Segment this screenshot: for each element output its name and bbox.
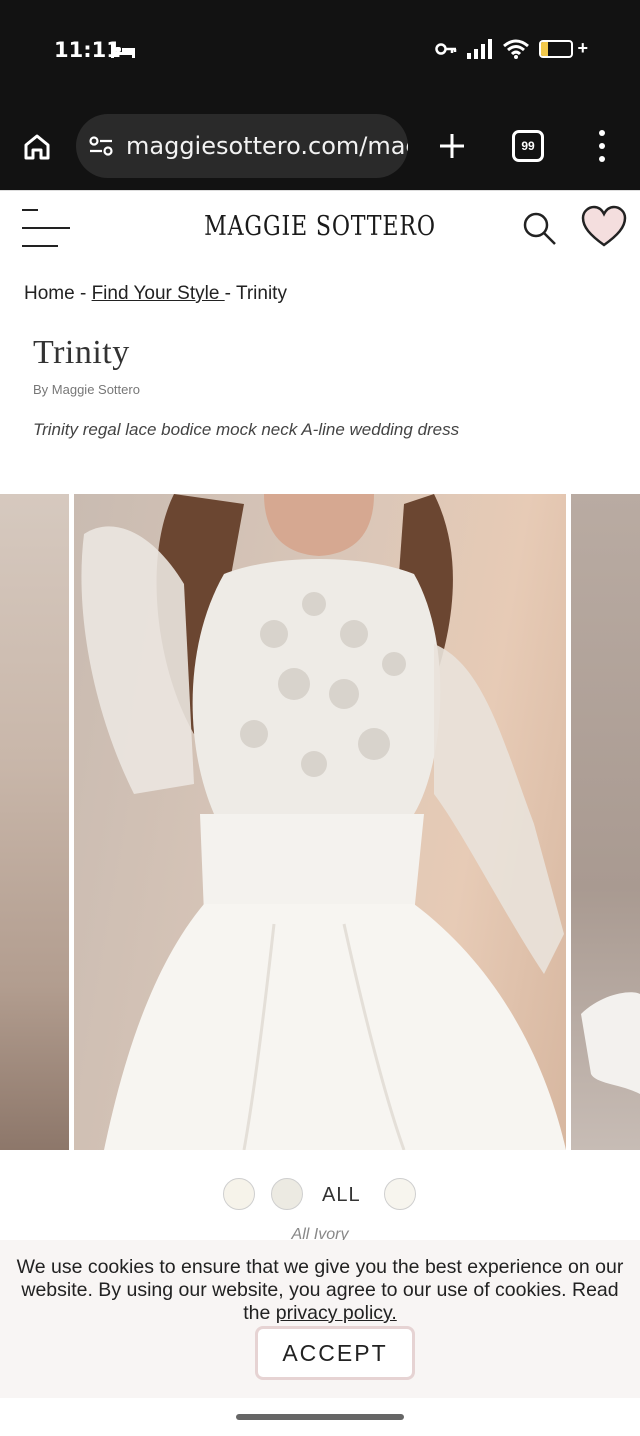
status-bar: 11:11 + [0,0,640,100]
previous-slide-image[interactable] [0,494,69,1150]
site-header: MAGGIE SOTTERO [0,190,640,266]
site-settings-icon[interactable] [88,133,114,159]
status-icons: + [435,38,588,59]
product-image-carousel[interactable] [0,494,640,1150]
color-swatch-2[interactable] [271,1178,303,1210]
privacy-policy-link[interactable]: privacy policy. [276,1302,397,1324]
url-text: maggiesottero.com/mag [126,132,408,160]
home-icon [24,134,50,160]
accept-cookies-button[interactable]: ACCEPT [255,1326,415,1380]
next-slide-image[interactable] [571,494,640,1150]
brand-logo[interactable]: MAGGIE SOTTERO [58,211,583,242]
home-button[interactable] [18,128,56,166]
breadcrumb-home[interactable]: Home [24,283,75,304]
address-bar[interactable]: maggiesottero.com/mag [76,114,408,178]
color-swatch-3[interactable] [384,1178,416,1210]
cookie-message: We use cookies to ensure that we give yo… [16,1256,624,1324]
signal-icon [467,38,493,59]
new-tab-button[interactable] [432,126,472,166]
product-title: Trinity [33,334,130,371]
key-icon [435,42,457,55]
sleep-icon [111,44,135,58]
color-selector: ALL [0,1170,640,1220]
gesture-nav-bar[interactable] [236,1414,404,1420]
tab-count: 99 [521,139,535,153]
cookie-banner: We use cookies to ensure that we give yo… [0,1240,640,1398]
product-byline: By Maggie Sottero [33,382,140,397]
battery-level [541,41,549,56]
wishlist-heart-icon[interactable] [580,205,628,249]
new-tab-plus-icon [440,134,464,158]
breadcrumb-current: Trinity [235,283,287,304]
breadcrumb: Home - Find Your Style - Trinity [24,283,287,304]
color-all-option[interactable]: ALL [322,1184,361,1207]
battery-icon [539,39,574,58]
browser-chrome: 11:11 + maggiesottero.com/mag 99 [0,0,640,190]
browser-toolbar: maggiesottero.com/mag 99 [0,108,640,184]
product-description: Trinity regal lace bodice mock neck A-li… [33,420,460,439]
tab-switcher-icon[interactable]: 99 [512,130,544,162]
dress-illustration [81,494,566,1150]
next-slide-dress [581,992,640,1094]
search-icon[interactable] [520,209,558,247]
breadcrumb-find-your-style[interactable]: Find Your Style [92,283,225,304]
overflow-menu-icon[interactable] [590,126,614,166]
color-swatch-1[interactable] [223,1178,255,1210]
main-product-image[interactable] [74,494,566,1150]
charging-icon: + [577,38,588,58]
wifi-icon [503,39,530,59]
